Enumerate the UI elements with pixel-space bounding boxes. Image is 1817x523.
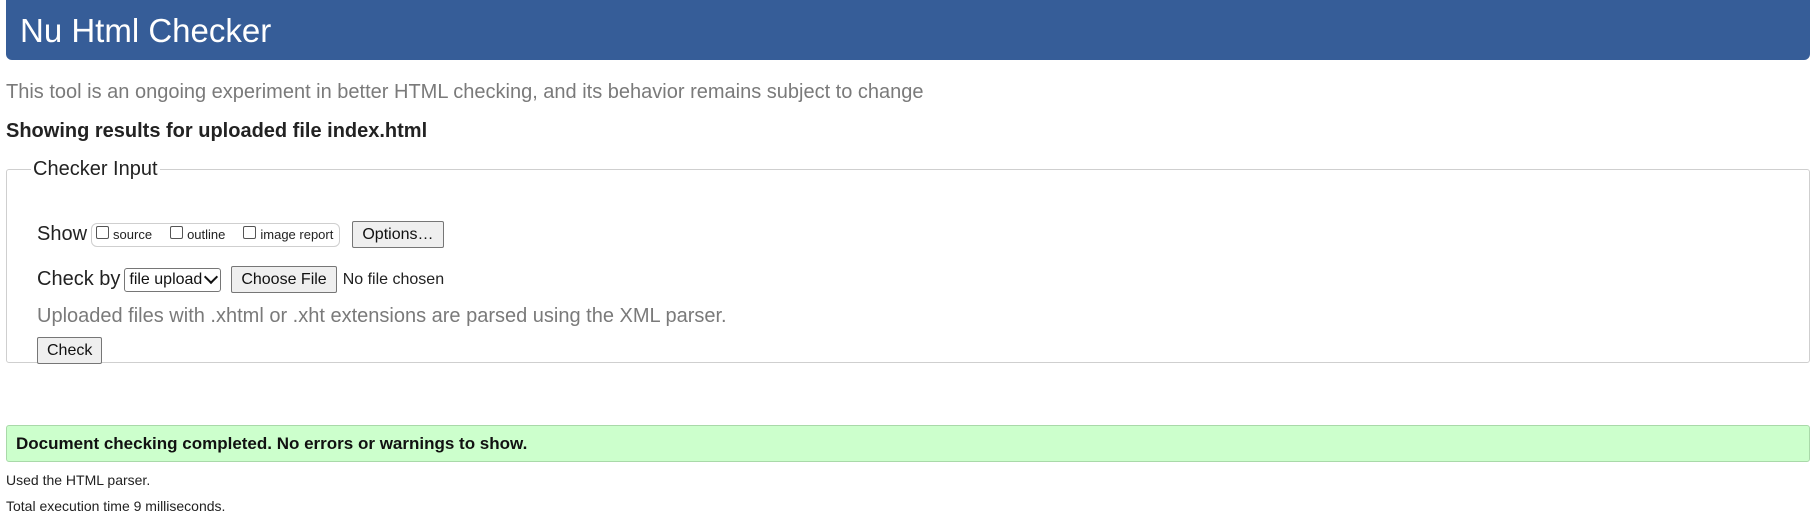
show-outline-option[interactable]: outline xyxy=(170,226,225,242)
check-by-label: Check by xyxy=(37,268,121,290)
show-image-report-option[interactable]: image report xyxy=(243,226,333,242)
check-by-select[interactable]: file upload xyxy=(124,267,222,292)
show-options-group: source outline image report xyxy=(91,222,341,247)
image-report-checkbox-label[interactable]: image report xyxy=(260,227,333,242)
checker-input-legend: Checker Input xyxy=(33,158,158,180)
show-label: Show xyxy=(37,223,88,245)
submit-row: Check xyxy=(37,337,103,364)
page-title: Nu Html Checker xyxy=(20,11,272,49)
outline-checkbox-label[interactable]: outline xyxy=(187,227,225,242)
hint-row: Uploaded files with .xhtml or .xht exten… xyxy=(37,305,727,328)
tagline: This tool is an ongoing experiment in be… xyxy=(6,81,924,103)
chevron-down-icon xyxy=(204,269,219,284)
source-checkbox[interactable] xyxy=(96,226,110,239)
checker-input-fieldset: Checker Input Show source outline image … xyxy=(6,158,1810,364)
nu-html-checker-page: Nu Html Checker This tool is an ongoing … xyxy=(0,0,1817,523)
file-status-text: No file chosen xyxy=(342,270,445,288)
show-source-option[interactable]: source xyxy=(96,226,152,242)
results-heading: Showing results for uploaded file index.… xyxy=(6,120,428,142)
image-report-checkbox[interactable] xyxy=(243,226,257,239)
show-options-row: Show source outline image report Options… xyxy=(37,221,444,248)
check-button[interactable]: Check xyxy=(37,337,103,364)
parser-footnote: Used the HTML parser. xyxy=(6,472,151,488)
xml-parser-hint: Uploaded files with .xhtml or .xht exten… xyxy=(37,305,727,327)
choose-file-button[interactable]: Choose File xyxy=(231,266,337,293)
header-bar: Nu Html Checker xyxy=(6,0,1810,60)
execution-time-footnote: Total execution time 9 milliseconds. xyxy=(6,498,226,514)
success-message: Document checking completed. No errors o… xyxy=(16,433,528,453)
check-by-selected-value: file upload xyxy=(129,270,203,288)
options-button[interactable]: Options… xyxy=(352,221,444,248)
source-checkbox-label[interactable]: source xyxy=(113,227,152,242)
success-status-bar: Document checking completed. No errors o… xyxy=(6,425,1810,462)
outline-checkbox[interactable] xyxy=(170,226,184,239)
check-by-row: Check by file upload Choose File No file… xyxy=(37,266,444,293)
